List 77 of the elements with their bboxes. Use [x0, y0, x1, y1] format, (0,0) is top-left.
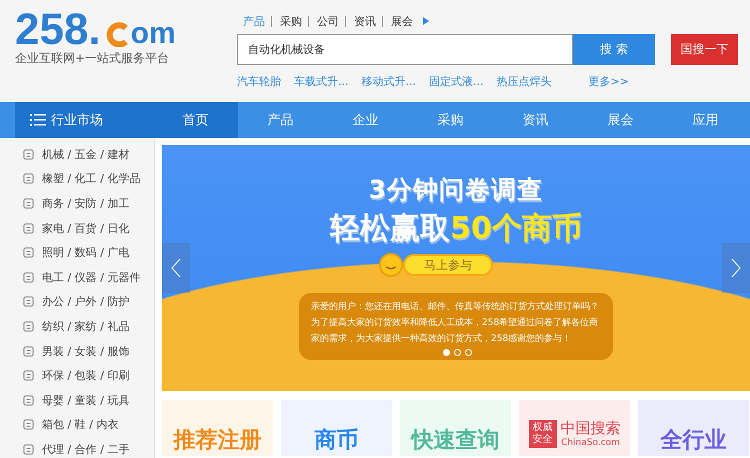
search-tab[interactable]: 公司 [308, 16, 339, 26]
nav-tab[interactable]: 首页 [153, 102, 238, 138]
chinaso-search-button[interactable]: 国搜一下 [671, 34, 738, 65]
logo-c-icon [104, 21, 131, 47]
chevron-right-icon [731, 258, 741, 278]
category-link[interactable]: 纺织 / 家纺 / 礼品 [42, 318, 130, 334]
category-icon [23, 198, 34, 209]
banner-highlight: 50个商币 [450, 210, 582, 248]
tile-title: 快速查询 [412, 428, 500, 454]
category-icon [23, 148, 34, 160]
carousel-dot[interactable] [454, 349, 460, 356]
category-icon [23, 419, 34, 430]
banner-headline: 3分钟问卷调查 [368, 174, 544, 206]
search-tab[interactable]: 资讯 [345, 16, 376, 26]
category-link[interactable]: 母婴 / 童装 / 玩具 [42, 392, 130, 408]
nav-tab[interactable]: 应用 [663, 102, 748, 138]
category-link[interactable]: 箱包 / 鞋 / 内衣 [42, 417, 118, 432]
hot-keyword-link[interactable]: 车载式升... [294, 74, 348, 89]
carousel-dot[interactable] [464, 349, 472, 356]
search-field[interactable]: 自动化机械设备 [237, 34, 573, 65]
feature-tile[interactable]: 商币 [281, 400, 392, 456]
nav-tab[interactable]: 企业 [323, 102, 408, 138]
category-icon [23, 173, 34, 184]
tile-title: 推荐注册 [174, 428, 262, 454]
menu-label: 行业市场 [51, 112, 103, 129]
category-icon [23, 394, 34, 406]
category-icon [23, 444, 34, 455]
logo-suffix: om [130, 16, 176, 52]
tile-title: 商币 [314, 428, 358, 454]
industry-market-menu[interactable]: 行业市场 [15, 102, 153, 138]
tile-subtitle: ChinaSo.com [561, 438, 620, 448]
triangle-right-icon[interactable] [423, 17, 429, 25]
category-link[interactable]: 家电 / 百货 / 日化 [42, 220, 130, 236]
category-link[interactable]: 机械 / 五金 / 建材 [42, 146, 130, 162]
survey-message: 亲爱的用户：您还在用电话、邮件、传真等传统的订货方式处理订单吗？为了提高大家的订货效率和降低人工成本，258希望通过问卷了解各位商家的需求，为大家提供一种高效的订货方式，258感谢您的参与！ [311, 300, 600, 346]
menu-icon [30, 114, 46, 126]
previous-arrow-button[interactable] [162, 243, 190, 293]
hot-keyword-link[interactable]: 汽车轮胎 [237, 74, 281, 89]
category-icon [23, 272, 34, 283]
category-link[interactable]: 男装 / 女装 / 服饰 [42, 344, 130, 359]
category-icon [23, 222, 34, 234]
banner-subline: 轻松赢取 [330, 210, 450, 248]
logo-number: 258. [15, 10, 101, 50]
category-link[interactable]: 代理 / 合作 / 二手 [42, 442, 130, 457]
tile-title: 中国搜索 [560, 419, 620, 438]
search-button[interactable]: 搜 索 [573, 34, 655, 65]
feature-tile[interactable]: 全行业 [638, 400, 749, 456]
category-icon [23, 370, 34, 382]
logo-slogan: 企业互联网+一站式服务平台 [15, 50, 170, 67]
category-icon [23, 247, 34, 258]
tile-title: 全行业 [660, 428, 726, 454]
more-link[interactable]: 更多>> [588, 74, 629, 89]
category-link[interactable]: 办公 / 户外 / 防护 [42, 294, 130, 310]
nav-tab[interactable]: 展会 [578, 102, 663, 138]
nav-tab[interactable]: 采购 [408, 102, 493, 138]
nav-tab[interactable]: 产品 [238, 102, 323, 138]
category-link[interactable]: 电工 / 仪器 / 元器件 [42, 270, 140, 285]
category-icon [23, 346, 34, 357]
category-link[interactable]: 商务 / 安防 / 加工 [42, 196, 130, 211]
category-icon [23, 320, 34, 332]
join-now-button[interactable]: 马上参与 [403, 254, 493, 276]
authority-badge: 权威安全 [528, 420, 556, 448]
hot-keyword-link[interactable]: 移动式升... [362, 74, 416, 89]
coin-mascot-icon [379, 253, 403, 277]
search-tab[interactable]: 展会 [382, 16, 413, 26]
chevron-left-icon [171, 258, 181, 278]
search-tab[interactable]: 产品 [243, 14, 265, 28]
category-link[interactable]: 照明 / 数码 / 广电 [42, 245, 130, 260]
next-arrow-button[interactable] [722, 243, 750, 293]
category-icon [23, 296, 34, 308]
category-link[interactable]: 橡塑 / 化工 / 化学品 [42, 171, 140, 186]
search-tab[interactable]: 采购 [271, 16, 302, 26]
carousel-dot[interactable] [442, 349, 450, 356]
hot-keyword-link[interactable]: 热压点焊头 [496, 74, 552, 89]
hot-keyword-link[interactable]: 固定式液... [429, 74, 484, 89]
category-link[interactable]: 环保 / 包装 / 印刷 [42, 368, 130, 384]
nav-tab[interactable]: 资讯 [493, 102, 578, 138]
